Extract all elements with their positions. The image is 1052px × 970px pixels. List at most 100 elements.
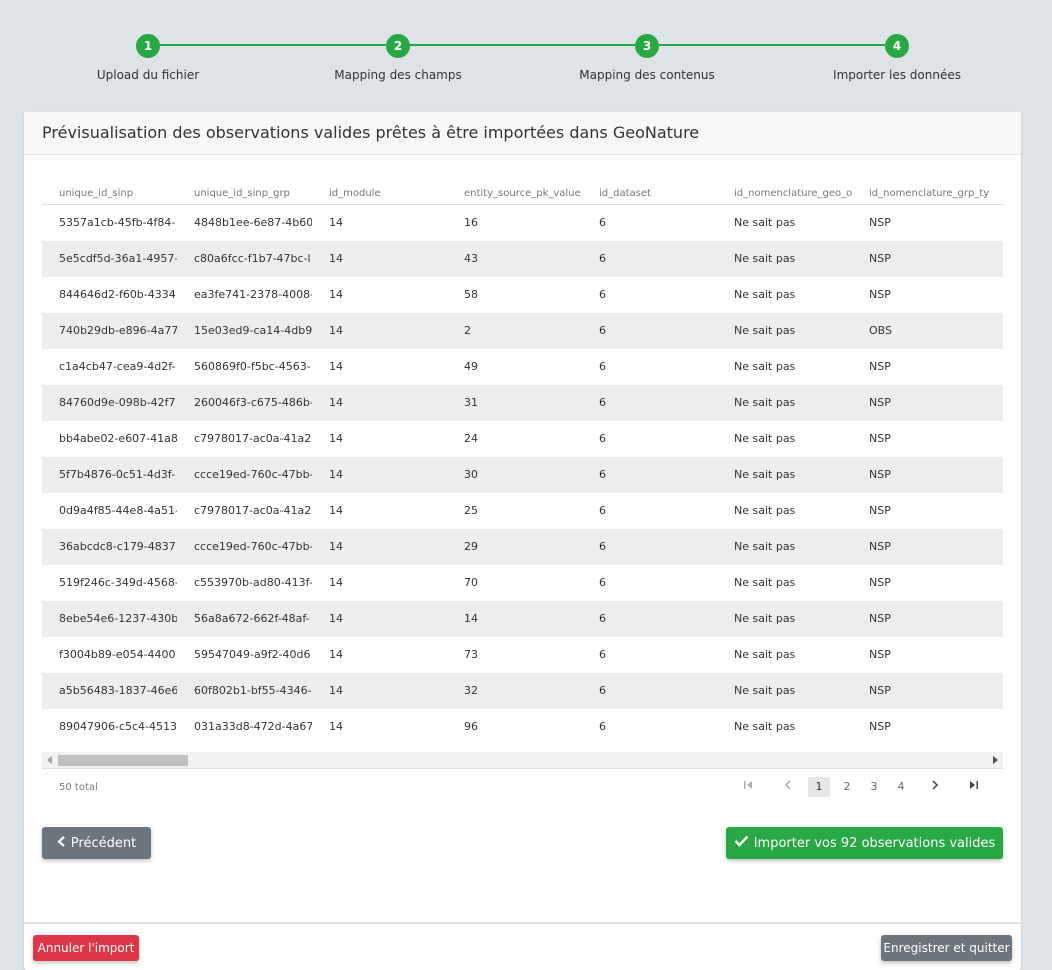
table-body: 5357a1cb-45fb-4f84- 4848b1ee-6e87-4b60 14 1…: [42, 205, 1003, 745]
page-button[interactable]: 4: [890, 777, 912, 797]
table-row[interactable]: 844646d2-f60b-4334 ea3fe741-2378-4008- 14 5…: [42, 277, 1003, 313]
table-row[interactable]: 0d9a4f85-44e8-4a51- c7978017-ac0a-41a2- 14…: [42, 493, 1003, 529]
table-row[interactable]: 5f7b4876-0c51-4d3f-ccce19ed-760c-47bb- 14…: [42, 457, 1003, 493]
table-cell: 6: [599, 252, 606, 265]
table-cell: 14: [329, 720, 343, 733]
table-cell: Ne sait pas: [734, 540, 796, 553]
table-cell: 43: [464, 252, 478, 265]
table-cell: 59547049-a9f2-40d6: [194, 648, 311, 661]
table-cell: 6: [599, 684, 606, 697]
table-cell: 519f246c-349d-4568-: [59, 576, 177, 589]
table-row[interactable]: 89047906-c5c4-4513 031a33d8-472d-4a67 14 96…: [42, 709, 1003, 745]
table-cell: 6: [599, 324, 606, 337]
column-header[interactable]: unique_id_sinp_grp: [194, 188, 312, 199]
table-cell: 14: [329, 576, 343, 589]
step-3-label: Mapping des contenus: [579, 68, 715, 82]
table-cell: NSP: [869, 396, 891, 409]
table-cell: NSP: [869, 288, 891, 301]
table-row[interactable]: a5b56483-1837-46e6 60f802b1-bf55-4346- 14 3…: [42, 673, 1003, 709]
step-4-circle[interactable]: 4: [885, 34, 909, 58]
table-cell: 6: [599, 504, 606, 517]
step-1-circle[interactable]: 1: [136, 34, 160, 58]
cancel-import-button[interactable]: Annuler l'import: [33, 935, 139, 961]
previous-button[interactable]: Précédent: [42, 827, 151, 859]
step-2-circle[interactable]: 2: [386, 34, 410, 58]
table-cell: Ne sait pas: [734, 396, 796, 409]
step-3-circle[interactable]: 3: [635, 34, 659, 58]
table-cell: 6: [599, 216, 606, 229]
table-row[interactable]: 740b29db-e896-4a77 15e03ed9-ca14-4db9 14 2 6…: [42, 313, 1003, 349]
table-cell: NSP: [869, 540, 891, 553]
table-cell: Ne sait pas: [734, 432, 796, 445]
chevron-right-icon[interactable]: [924, 777, 946, 797]
table-cell: 260046f3-c675-486b-: [194, 396, 312, 409]
table-cell: ccce19ed-760c-47bb-: [194, 468, 312, 481]
chevron-left-icon: [57, 835, 66, 851]
table-row[interactable]: 5e5cdf5d-36a1-4957- c80a6fcc-f1b7-47bc-l 1…: [42, 241, 1003, 277]
import-button[interactable]: Importer vos 92 observations valides: [726, 827, 1003, 859]
table-cell: 5357a1cb-45fb-4f84-: [59, 216, 176, 229]
column-header[interactable]: id_nomenclature_grp_ty: [869, 188, 1003, 199]
table-cell: Ne sait pas: [734, 216, 796, 229]
scroll-right-icon[interactable]: [993, 756, 998, 764]
table-cell: 844646d2-f60b-4334: [59, 288, 176, 301]
step-2-label: Mapping des champs: [334, 68, 462, 82]
horizontal-scrollbar[interactable]: [42, 752, 1003, 769]
table-cell: 2: [464, 324, 471, 337]
table-cell: 6: [599, 360, 606, 373]
table-cell: NSP: [869, 576, 891, 589]
last-page-icon[interactable]: [963, 777, 985, 797]
table-cell: 6: [599, 720, 606, 733]
table-row[interactable]: 8ebe54e6-1237-430b 56a8a672-662f-48af- 14 1…: [42, 601, 1003, 637]
column-header[interactable]: id_dataset: [599, 188, 717, 199]
scroll-left-icon[interactable]: [47, 756, 52, 764]
table-cell: 25: [464, 504, 478, 517]
page-button[interactable]: 2: [836, 777, 858, 797]
table-cell: 14: [329, 540, 343, 553]
table-cell: 96: [464, 720, 478, 733]
chevron-left-icon[interactable]: [777, 777, 799, 797]
table-cell: 14: [464, 612, 478, 625]
page-button[interactable]: 1: [808, 777, 830, 797]
table-cell: 560869f0-f5bc-4563-: [194, 360, 311, 373]
column-header[interactable]: id_nomenclature_geo_ol: [734, 188, 852, 199]
table-cell: 740b29db-e896-4a77: [59, 324, 177, 337]
column-header[interactable]: unique_id_sinp: [59, 188, 177, 199]
table-row[interactable]: c1a4cb47-cea9-4d2f- 560869f0-f5bc-4563- 14…: [42, 349, 1003, 385]
table-cell: 32: [464, 684, 478, 697]
table-row[interactable]: 84760d9e-098b-42f7 260046f3-c675-486b- 14 3…: [42, 385, 1003, 421]
table-cell: Ne sait pas: [734, 324, 796, 337]
table-cell: Ne sait pas: [734, 288, 796, 301]
column-header[interactable]: entity_source_pk_value: [464, 188, 582, 199]
table-cell: 14: [329, 648, 343, 661]
table-row[interactable]: 36abcdc8-c179-4837 ccce19ed-760c-47bb- 14 2…: [42, 529, 1003, 565]
table-cell: c553970b-ad80-413f-: [194, 576, 312, 589]
table-cell: 14: [329, 432, 343, 445]
table-cell: 15e03ed9-ca14-4db9: [194, 324, 312, 337]
first-page-icon[interactable]: [737, 777, 759, 797]
column-header[interactable]: id_module: [329, 188, 447, 199]
table-cell: Ne sait pas: [734, 612, 796, 625]
scrollbar-thumb[interactable]: [58, 755, 188, 766]
step-connector: [659, 44, 885, 46]
table-row[interactable]: f3004b89-e054-4400 59547049-a9f2-40d6 14 73…: [42, 637, 1003, 673]
table-row[interactable]: bb4abe02-e607-41a8 c7978017-ac0a-41a2- 14 2…: [42, 421, 1003, 457]
table-cell: 31: [464, 396, 478, 409]
table-cell: f3004b89-e054-4400: [59, 648, 176, 661]
table-cell: 49: [464, 360, 478, 373]
step-connector: [410, 44, 636, 46]
table-cell: 70: [464, 576, 478, 589]
table-cell: 031a33d8-472d-4a67: [194, 720, 312, 733]
table-row[interactable]: 5357a1cb-45fb-4f84- 4848b1ee-6e87-4b60 14 1…: [42, 205, 1003, 241]
page-button[interactable]: 3: [863, 777, 885, 797]
table-cell: 4848b1ee-6e87-4b60: [194, 216, 312, 229]
step-1-label: Upload du fichier: [96, 68, 200, 82]
table-cell: 14: [329, 288, 343, 301]
table-cell: 6: [599, 288, 606, 301]
table-cell: Ne sait pas: [734, 468, 796, 481]
import-button-label: Importer vos 92 observations valides: [753, 836, 996, 851]
table-cell: Ne sait pas: [734, 252, 796, 265]
save-and-quit-button[interactable]: Enregistrer et quitter: [881, 935, 1012, 961]
table-cell: NSP: [869, 684, 891, 697]
table-row[interactable]: 519f246c-349d-4568- c553970b-ad80-413f- 14…: [42, 565, 1003, 601]
